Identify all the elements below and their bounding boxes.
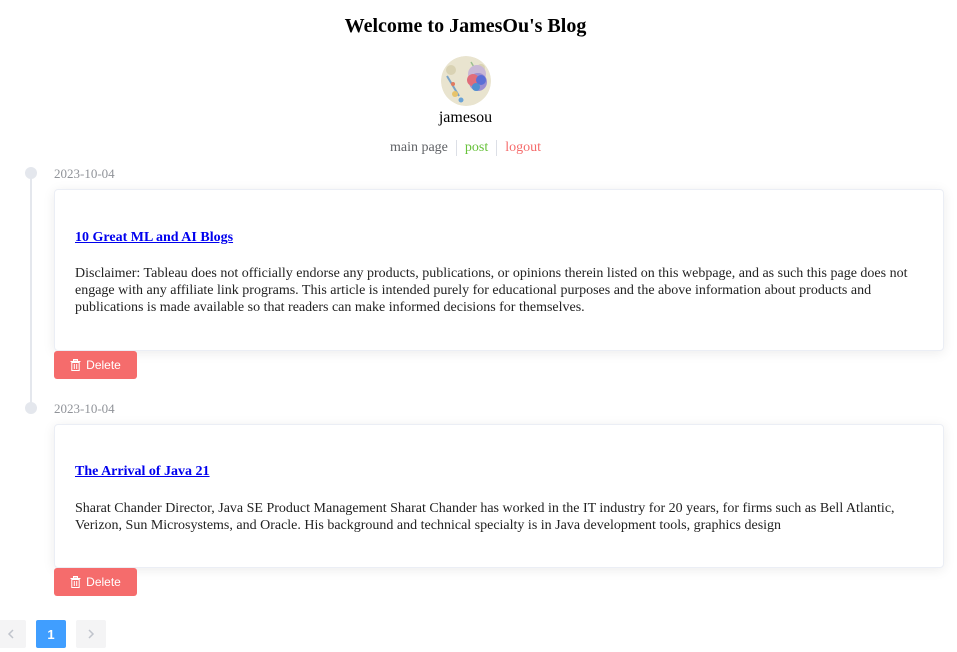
chevron-right-icon	[88, 629, 95, 639]
timeline-dot	[25, 402, 37, 414]
post-excerpt: Sharat Chander Director, Java SE Product…	[75, 501, 895, 533]
timeline-dot	[25, 167, 37, 179]
post-title: The Arrival of Java 21	[75, 464, 923, 480]
delete-button-label: Delete	[86, 358, 121, 372]
prev-page-button[interactable]	[0, 620, 26, 648]
post-date: 2023-10-04	[54, 166, 115, 181]
avatar-image	[441, 56, 491, 106]
trash-icon	[70, 576, 81, 588]
next-page-button[interactable]	[76, 620, 106, 648]
post-card: The Arrival of Java 21 Sharat Chander Di…	[54, 424, 944, 568]
blog-page: Welcome to JamesOu's Blog jamesou main p…	[0, 0, 957, 652]
page-title: Welcome to JamesOu's Blog	[344, 15, 587, 37]
post-title-link[interactable]: 10 Great ML and AI Blogs	[75, 230, 233, 245]
timeline-line	[30, 176, 32, 403]
chevron-left-icon	[7, 629, 14, 639]
post-title: 10 Great ML and AI Blogs	[75, 230, 923, 246]
post-link[interactable]: post	[457, 140, 496, 156]
logout-link[interactable]: logout	[497, 140, 549, 156]
post-card: 10 Great ML and AI Blogs Disclaimer: Tab…	[54, 189, 944, 351]
post-title-link[interactable]: The Arrival of Java 21	[75, 464, 210, 479]
delete-button[interactable]: Delete	[54, 568, 137, 596]
nav-links: main page post logout	[0, 140, 931, 156]
post-excerpt: Disclaimer: Tableau does not officially …	[75, 266, 908, 315]
delete-button[interactable]: Delete	[54, 351, 137, 379]
trash-icon	[70, 359, 81, 371]
post-date: 2023-10-04	[54, 401, 115, 416]
avatar	[441, 56, 491, 106]
username: jamesou	[438, 109, 493, 126]
main-page-link[interactable]: main page	[382, 140, 456, 156]
delete-button-label: Delete	[86, 575, 121, 589]
page-number-button[interactable]: 1	[36, 620, 66, 648]
